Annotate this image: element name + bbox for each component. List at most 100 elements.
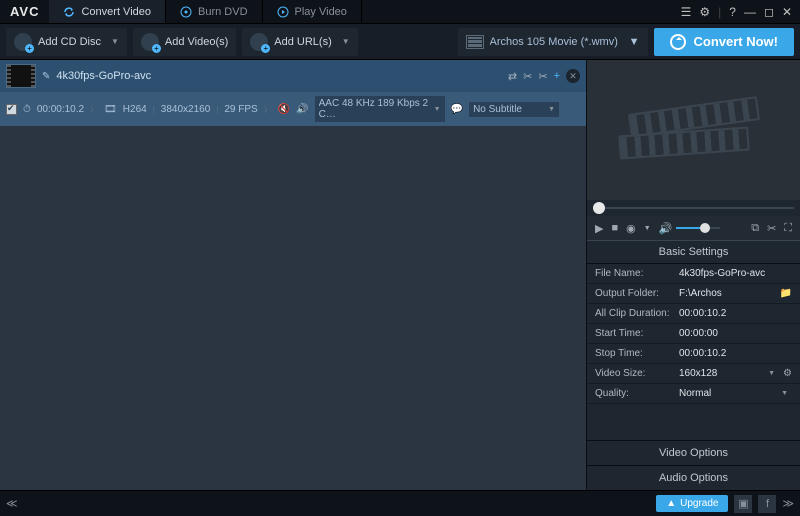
crop-icon[interactable]: ✂ [538, 70, 547, 83]
tab-play-video[interactable]: Play Video [263, 0, 362, 23]
cut-icon[interactable]: ✂ [523, 70, 532, 83]
window-controls: ☰ ⚙ | ? — ◻ ✕ [673, 5, 800, 19]
add-urls-button[interactable]: Add URL(s) ▼ [242, 28, 357, 56]
volume-icon[interactable]: 🔊 [659, 222, 673, 235]
up-arrow-icon: ▲ [666, 498, 676, 509]
item-checkbox[interactable] [6, 104, 17, 115]
menu-icon[interactable]: ☰ [681, 5, 692, 19]
preview-seek-slider[interactable] [587, 200, 800, 216]
close-icon[interactable]: ✕ [782, 5, 792, 19]
button-label: Convert Now! [694, 34, 779, 49]
setting-clip-duration: All Clip Duration: 00:00:10.2 [587, 304, 800, 324]
setting-value[interactable]: 160x128 [679, 368, 768, 379]
add-videos-button[interactable]: Add Video(s) [133, 28, 236, 56]
setting-label: Video Size: [595, 368, 679, 379]
resolution-value: 3840x2160 [161, 104, 211, 115]
setting-value[interactable]: 00:00:10.2 [679, 348, 792, 359]
trim-icon[interactable]: ✂ [767, 222, 776, 235]
video-filename: 4k30fps-GoPro-avc [56, 70, 151, 82]
convert-icon [670, 34, 686, 50]
volume-track[interactable] [676, 227, 720, 229]
tab-label: Burn DVD [198, 6, 248, 18]
setting-label: Start Time: [595, 328, 679, 339]
subtitle-select[interactable]: No Subtitle ▼ [469, 102, 559, 117]
separator: | [216, 105, 218, 114]
upgrade-button[interactable]: ▲ Upgrade [656, 495, 728, 512]
merge-icon[interactable]: ⇄ [508, 70, 517, 83]
audio-track-select[interactable]: AAC 48 KHz 189 Kbps 2 C… ▼ [315, 96, 445, 122]
collapse-left-icon[interactable]: ≪ [6, 497, 18, 510]
separator: 〉 [264, 104, 272, 115]
twitter-icon[interactable]: ▣ [734, 495, 752, 513]
setting-value[interactable]: F:\Archos [679, 288, 776, 299]
setting-label: Stop Time: [595, 348, 679, 359]
duration-value: 00:00:10.2 [37, 104, 84, 115]
add-cd-button[interactable]: Add CD Disc ▼ [6, 28, 127, 56]
video-list-panel: ✎ 4k30fps-GoPro-avc ⇄ ✂ ✂ + ✕ ⏱ 00:00:10… [0, 60, 586, 490]
video-thumbnail[interactable] [6, 64, 36, 88]
seek-knob[interactable] [593, 202, 605, 214]
chevron-down-icon: ▼ [342, 37, 350, 46]
tab-burn-dvd[interactable]: Burn DVD [166, 0, 263, 23]
expand-icon[interactable]: ⛶ [784, 222, 792, 235]
setting-value[interactable]: 4k30fps-GoPro-avc [679, 268, 792, 279]
setting-value: 00:00:10.2 [679, 308, 792, 319]
chevron-down-icon: ▼ [111, 37, 119, 46]
volume-knob[interactable] [700, 223, 710, 233]
codec-value: H264 [123, 104, 147, 115]
divider: | [718, 5, 721, 19]
seek-track [593, 207, 794, 209]
video-item: ✎ 4k30fps-GoPro-avc ⇄ ✂ ✂ + ✕ ⏱ 00:00:10… [0, 60, 586, 126]
button-label: Add CD Disc [38, 36, 101, 48]
collapse-right-icon[interactable]: ≫ [782, 497, 794, 510]
video-options-button[interactable]: Video Options [587, 440, 800, 465]
setting-value[interactable]: 00:00:00 [679, 328, 792, 339]
title-bar: AVC Convert Video Burn DVD Play Video ☰ … [0, 0, 800, 24]
maximize-icon[interactable]: ◻ [764, 5, 774, 19]
fps-value: 29 FPS [224, 104, 257, 115]
profile-label: Archos 105 Movie (*.wmv) [490, 36, 623, 48]
add-video-icon [141, 33, 159, 51]
setting-stop-time: Stop Time: 00:00:10.2 [587, 344, 800, 364]
settings-panel: Basic Settings File Name: 4k30fps-GoPro-… [587, 240, 800, 490]
subtitle-value: No Subtitle [473, 104, 544, 115]
audio-value: AAC 48 KHz 189 Kbps 2 C… [319, 98, 430, 120]
setting-video-size: Video Size: 160x128 ▼ ⚙ [587, 364, 800, 384]
minimize-icon[interactable]: — [744, 5, 756, 19]
facebook-icon[interactable]: f [758, 495, 776, 513]
edit-icon[interactable]: ✎ [42, 71, 50, 82]
stop-icon[interactable]: ■ [611, 222, 618, 234]
audio-options-button[interactable]: Audio Options [587, 465, 800, 490]
remove-icon[interactable]: ✕ [566, 69, 580, 83]
help-icon[interactable]: ? [729, 5, 736, 19]
tab-convert-video[interactable]: Convert Video [49, 0, 166, 23]
setting-start-time: Start Time: 00:00:00 [587, 324, 800, 344]
chevron-down-icon[interactable]: ▼ [781, 390, 788, 397]
audio-mute-icon[interactable]: 🔇 [278, 104, 290, 115]
video-item-details: ⏱ 00:00:10.2 〉 🎞 H264 | 3840x2160 | 29 F… [0, 92, 586, 126]
link-icon[interactable]: ⧉ [751, 222, 759, 235]
filmstrip-placeholder [619, 95, 769, 165]
snapshot-icon[interactable]: ◉ [626, 222, 636, 235]
disc-icon [180, 6, 192, 18]
toolbar: Add CD Disc ▼ Add Video(s) Add URL(s) ▼ … [0, 24, 800, 60]
folder-icon[interactable]: 📁 [780, 288, 792, 299]
video-item-header: ✎ 4k30fps-GoPro-avc ⇄ ✂ ✂ + ✕ [0, 60, 586, 92]
separator: 〉 [90, 104, 98, 115]
settings-header: Basic Settings [587, 241, 800, 264]
preview-area [587, 60, 800, 200]
chevron-down-icon[interactable]: ▼ [768, 370, 775, 377]
output-profile-select[interactable]: Archos 105 Movie (*.wmv) ▼ [458, 28, 648, 56]
setting-label: Output Folder: [595, 288, 679, 299]
chevron-down-icon[interactable]: ▼ [644, 225, 651, 232]
gear-icon[interactable]: ⚙ [783, 368, 792, 379]
convert-button[interactable]: Convert Now! [654, 28, 795, 56]
setting-file-name: File Name: 4k30fps-GoPro-avc [587, 264, 800, 284]
add-icon[interactable]: + [554, 70, 560, 82]
setting-label: File Name: [595, 268, 679, 279]
profile-icon [466, 35, 484, 49]
play-icon[interactable]: ▶ [595, 222, 603, 235]
subtitle-icon: 💬 [451, 104, 463, 115]
gear-icon[interactable]: ⚙ [699, 5, 710, 19]
setting-value[interactable]: Normal [679, 388, 781, 399]
